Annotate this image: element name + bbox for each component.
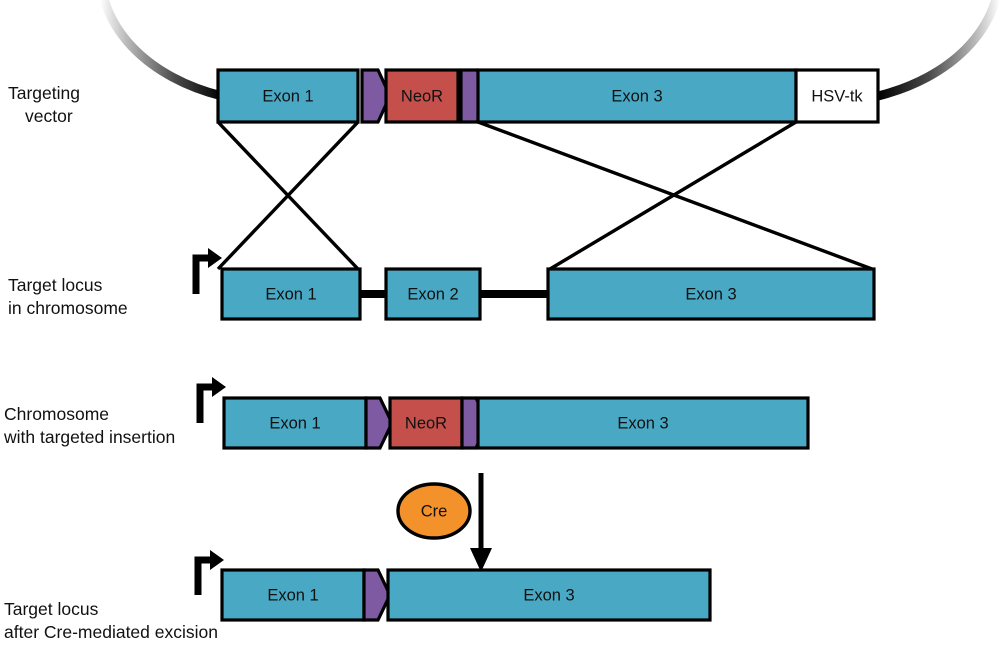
row-targeting-vector: Exon 1 NeoR Exon 3 HSV-tk Targeting vect…	[8, 0, 1000, 126]
row-label-targeted-insertion-line2: with targeted insertion	[3, 427, 175, 447]
insertion-exon3-label: Exon 3	[617, 414, 668, 432]
locus-exon2-label: Exon 2	[407, 285, 458, 303]
diagram-canvas: Exon 1 NeoR Exon 3 HSV-tk Targeting vect…	[3, 0, 1000, 642]
excised-exon3-label: Exon 3	[523, 586, 574, 604]
locus-exon1-label: Exon 1	[265, 285, 316, 303]
cre-recombination-step: Cre	[396, 473, 492, 572]
insertion-exon1-label: Exon 1	[269, 414, 320, 432]
homologous-recombination-crossovers	[216, 120, 873, 271]
row-label-target-locus-line1: Target locus	[8, 275, 103, 295]
vector-backbone-left-arc	[99, 0, 224, 101]
insertion-promoter-arrowhead-icon	[212, 377, 226, 397]
vector-backbone-right-arc	[876, 0, 1000, 101]
row-after-excision: Exon 1 Exon 3 Target locus after Cre-med…	[4, 550, 820, 642]
crossover-right-line-b	[549, 120, 797, 271]
vector-exon3-label: Exon 3	[611, 87, 662, 105]
vector-neor-label: NeoR	[401, 87, 443, 105]
row-label-target-locus-line2: in chromosome	[8, 298, 128, 318]
vector-hsv-tk-label: HSV-tk	[811, 87, 863, 105]
insertion-neor-label: NeoR	[405, 414, 447, 432]
row-label-targeted-insertion-line1: Chromosome	[4, 404, 109, 424]
gene-targeting-diagram: Exon 1 NeoR Exon 3 HSV-tk Targeting vect…	[0, 0, 1000, 657]
row-label-after-excision-line1: Target locus	[4, 599, 99, 619]
row-label-after-excision-line2: after Cre-mediated excision	[4, 622, 218, 642]
excised-promoter-arrowhead-icon	[210, 550, 224, 570]
cre-enzyme-label: Cre	[421, 502, 448, 520]
row-label-targeting-vector-line1: Targeting	[8, 83, 80, 103]
insertion-loxp-site-1-icon	[364, 396, 394, 450]
row-targeted-insertion: Exon 1 NeoR Exon 3 Chromosome with targe…	[3, 377, 930, 450]
vector-exon1-label: Exon 1	[262, 87, 313, 105]
row-label-targeting-vector-line2: vector	[25, 106, 73, 126]
excised-loxp-site-1-icon	[362, 568, 392, 622]
excised-exon1-label: Exon 1	[267, 586, 318, 604]
locus-exon3-label: Exon 3	[685, 285, 736, 303]
